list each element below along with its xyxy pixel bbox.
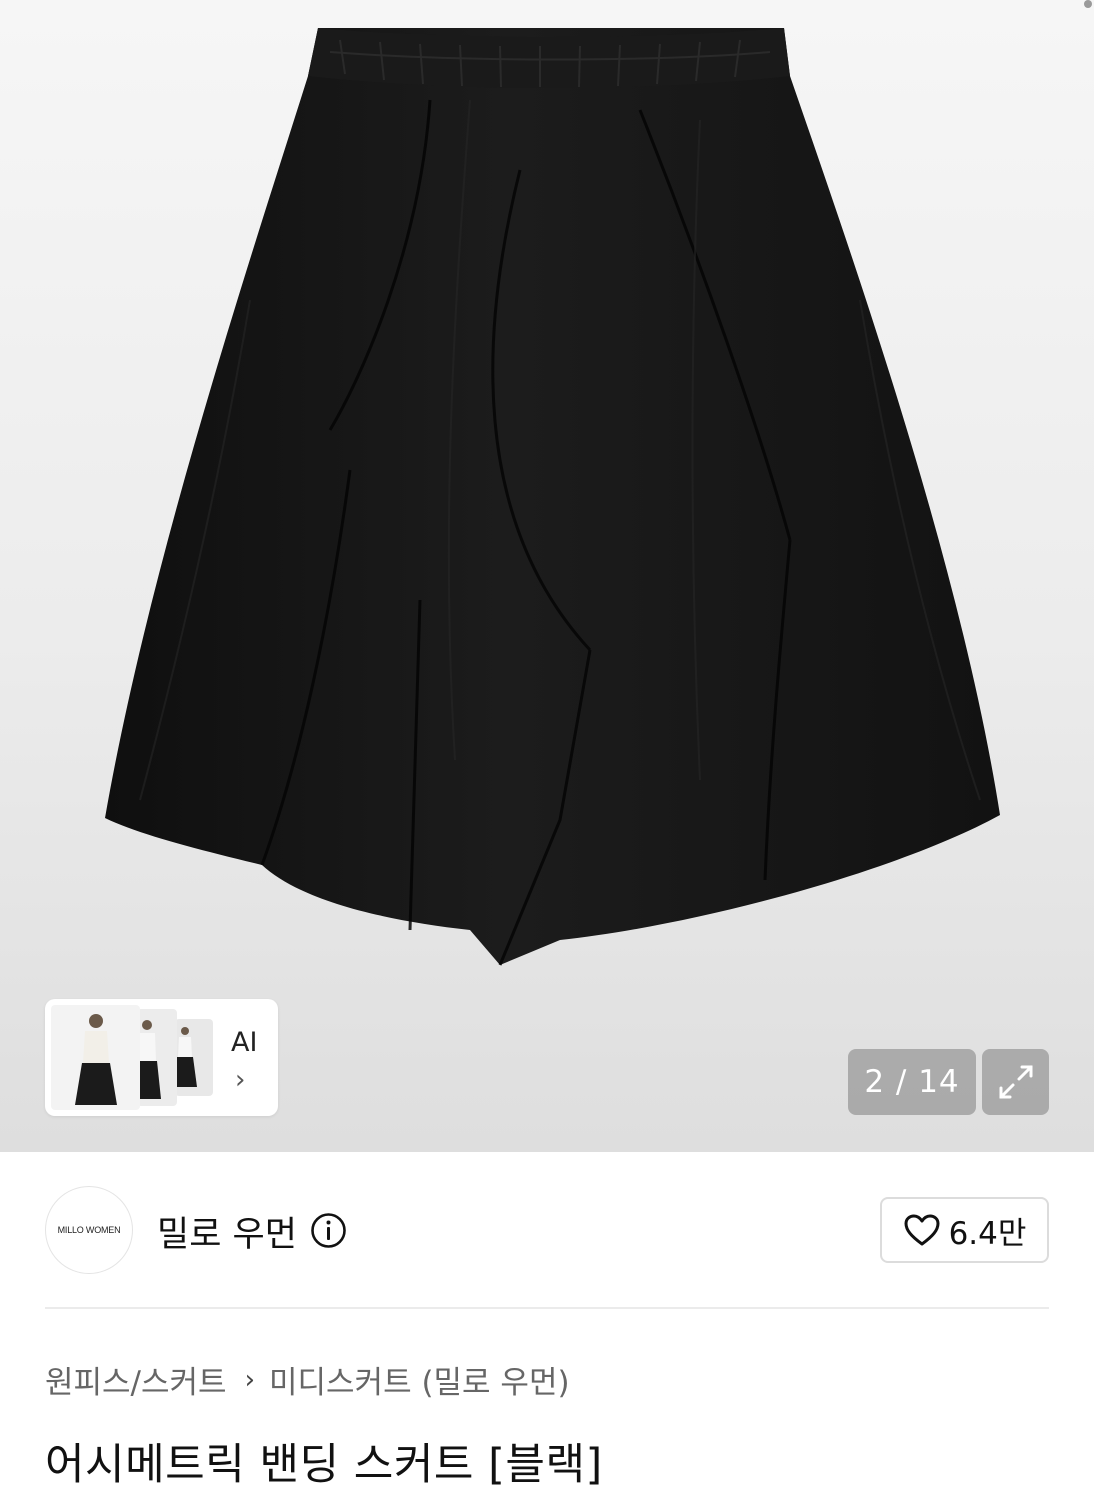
breadcrumb-category[interactable]: 원피스/스커트 — [45, 1357, 227, 1402]
divider — [45, 1307, 1049, 1309]
heart-icon — [904, 1214, 940, 1246]
chevron-right-icon: › — [244, 1364, 255, 1395]
brand-name[interactable]: 밀로 우먼 — [157, 1206, 297, 1257]
breadcrumb-subcategory[interactable]: 미디스커트 (밀로 우먼) — [269, 1357, 570, 1402]
expand-icon — [999, 1065, 1032, 1099]
product-image — [105, 28, 1000, 966]
product-image-gallery[interactable]: AI › 2 / 14 — [0, 0, 1094, 1152]
image-counter: 2 / 14 — [848, 1049, 976, 1115]
ai-label: AI — [231, 1027, 258, 1058]
brand-logo[interactable]: MILLO WOMEN — [45, 1186, 133, 1274]
scroll-indicator — [1084, 0, 1092, 8]
ai-thumbnail-1 — [51, 1005, 140, 1110]
like-count: 6.4만 — [948, 1215, 1027, 1252]
expand-button[interactable] — [982, 1049, 1049, 1115]
ai-thumbnail-2 — [137, 1009, 177, 1106]
ai-styling-card[interactable]: AI › — [45, 999, 278, 1116]
info-icon[interactable] — [310, 1212, 347, 1249]
like-button[interactable]: 6.4만 — [880, 1197, 1049, 1263]
chevron-right-icon: › — [235, 1065, 246, 1095]
product-title: 어시메트릭 밴딩 스커트 [블랙] — [45, 1440, 603, 1490]
ai-thumbnail-3 — [175, 1019, 213, 1096]
breadcrumb: 원피스/스커트 › 미디스커트 (밀로 우먼) — [45, 1357, 570, 1402]
